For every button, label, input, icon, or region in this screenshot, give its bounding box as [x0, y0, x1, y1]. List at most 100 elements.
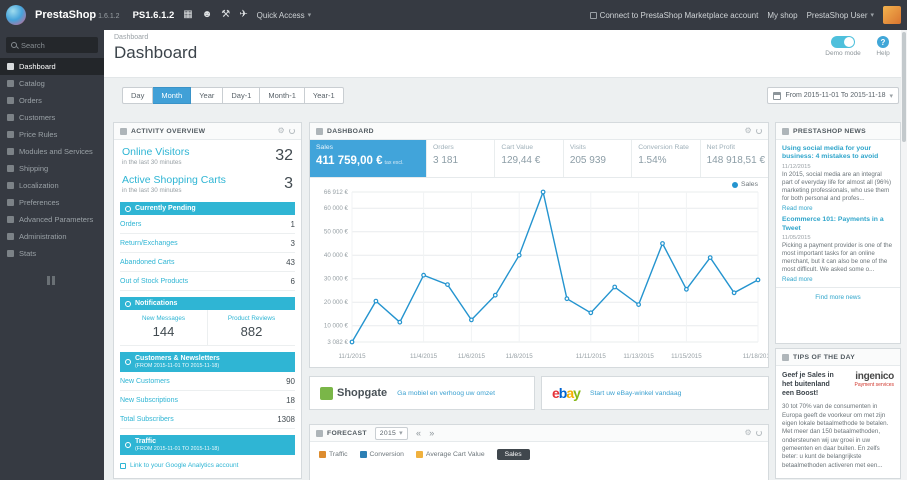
- ebay-link[interactable]: Start uw eBay-winkel vandaag: [590, 390, 681, 397]
- read-more-link[interactable]: Read more: [782, 276, 894, 283]
- row-label[interactable]: Abandoned Carts: [120, 259, 174, 266]
- filter-year-1-button[interactable]: Year-1: [304, 87, 344, 104]
- sidebar-item-label: Preferences: [19, 198, 60, 207]
- filter-year-button[interactable]: Year: [191, 87, 224, 104]
- sidebar-item-price-rules[interactable]: Price Rules: [0, 126, 104, 143]
- traffic-checkbox[interactable]: [319, 451, 326, 458]
- sidebar-item-preferences[interactable]: Preferences: [0, 194, 104, 211]
- sidebar-item-customers[interactable]: Customers: [0, 109, 104, 126]
- row-label[interactable]: Total Subscribers: [120, 416, 174, 423]
- filter-month-1-button[interactable]: Month-1: [260, 87, 305, 104]
- shopgate-logo[interactable]: Shopgate: [320, 386, 387, 400]
- news-article-title[interactable]: Ecommerce 101: Payments in a Tweet: [782, 216, 894, 233]
- refresh-icon[interactable]: [756, 128, 762, 134]
- row-label[interactable]: Out of Stock Products: [120, 278, 188, 285]
- forecast-sales-button[interactable]: Sales: [496, 449, 530, 460]
- google-analytics-link[interactable]: Link to your Google Analytics account: [120, 462, 295, 469]
- gear-icon[interactable]: ⚙: [745, 127, 752, 135]
- average-cart-value-checkbox[interactable]: [415, 451, 423, 458]
- wrench-icon[interactable]: ⚒: [221, 10, 230, 20]
- prestashop-logo[interactable]: [6, 5, 26, 25]
- forecast-panel: FORECAST 2015 ▾ « » ⚙ Traffic Conversion …: [309, 424, 769, 480]
- rocket-icon[interactable]: ✈: [239, 10, 247, 20]
- forecast-legend-average-cart-value[interactable]: Average Cart Value: [415, 451, 485, 458]
- gear-icon[interactable]: ⚙: [278, 127, 285, 135]
- row-label[interactable]: Orders: [120, 221, 141, 228]
- read-more-link[interactable]: Read more: [782, 205, 894, 212]
- activity-icon: [120, 127, 127, 135]
- news-article-title[interactable]: Using social media for your business: 4 …: [782, 145, 894, 162]
- product-reviews-stat[interactable]: Product Reviews 882: [207, 310, 295, 345]
- sales-line-chart[interactable]: 3 082 € 10 000 € 20 000 € 30 000 € 40 000 € 5…: [310, 178, 768, 368]
- user-avatar[interactable]: [883, 6, 901, 24]
- forecast-legend-conversion[interactable]: Conversion: [359, 451, 404, 458]
- refresh-icon[interactable]: [756, 430, 762, 436]
- online-visitors-link[interactable]: Online Visitors: [122, 146, 293, 158]
- customers-icon: [7, 114, 14, 121]
- sidebar-item-advanced-parameters[interactable]: Advanced Parameters: [0, 211, 104, 228]
- forecast-next-button[interactable]: »: [429, 428, 434, 438]
- svg-text:11/11/2015: 11/11/2015: [576, 353, 607, 360]
- profile-icon[interactable]: ☻: [202, 10, 213, 20]
- breadcrumb[interactable]: Dashboard: [114, 34, 148, 41]
- sidebar-item-modules[interactable]: Modules and Services: [0, 143, 104, 160]
- sidebar-item-dashboard[interactable]: Dashboard: [0, 58, 104, 75]
- sidebar-search[interactable]: [6, 37, 98, 53]
- shopgate-link[interactable]: Ga mobiel en verhoog uw omzet: [397, 390, 495, 397]
- forecast-prev-button[interactable]: «: [416, 428, 421, 438]
- sidebar-collapse-button[interactable]: [47, 276, 57, 285]
- ebay-logo[interactable]: ebay: [552, 385, 581, 401]
- sidebar-item-administration[interactable]: Administration: [0, 228, 104, 245]
- new-messages-stat[interactable]: New Messages 144: [120, 310, 207, 345]
- analytics-link-label: Link to your Google Analytics account: [130, 462, 239, 469]
- my-shop-link[interactable]: My shop: [767, 11, 797, 20]
- active-carts-link[interactable]: Active Shopping Carts: [122, 174, 293, 186]
- kpi-net-profit[interactable]: Net Profit 148 918,51 €: [699, 140, 768, 177]
- dashboard-panel-header: DASHBOARD ⚙: [310, 123, 768, 140]
- kpi-sales[interactable]: Sales 411 759,00 € tax excl.: [310, 140, 426, 177]
- kpi-value: 148 918,51 €: [706, 155, 766, 166]
- user-menu[interactable]: PrestaShop User ▾: [807, 11, 874, 20]
- kpi-cart-value[interactable]: Cart Value 129,44 €: [494, 140, 562, 177]
- shop-name-link[interactable]: PS1.6.1.2: [133, 10, 175, 21]
- forecast-panel-header: FORECAST 2015 ▾ « » ⚙: [310, 425, 768, 442]
- kpi-conversion-rate[interactable]: Conversion Rate 1.54%: [631, 140, 699, 177]
- sidebar-item-catalog[interactable]: Catalog: [0, 75, 104, 92]
- forecast-year-select[interactable]: 2015 ▾: [374, 426, 408, 440]
- help-icon[interactable]: ?: [877, 36, 889, 48]
- demo-mode-toggle[interactable]: [831, 36, 855, 48]
- sidebar-item-shipping[interactable]: Shipping: [0, 160, 104, 177]
- kpi-visits[interactable]: Visits 205 939: [562, 140, 631, 177]
- people-icon: [125, 359, 131, 365]
- scrollbar-thumb[interactable]: [902, 32, 906, 142]
- page-scrollbar[interactable]: [901, 30, 907, 480]
- cart-icon[interactable]: ▦: [183, 10, 192, 20]
- sidebar-item-localization[interactable]: Localization: [0, 177, 104, 194]
- search-icon: [11, 42, 17, 48]
- filter-month-button[interactable]: Month: [153, 87, 192, 104]
- filter-day-button[interactable]: Day: [122, 87, 154, 104]
- filter-day-1-button[interactable]: Day-1: [223, 87, 261, 104]
- legend-dot: [731, 181, 738, 188]
- activity-panel-header: ACTIVITY OVERVIEW ⚙: [114, 123, 301, 140]
- forecast-legend-traffic[interactable]: Traffic: [319, 451, 348, 458]
- gear-icon[interactable]: ⚙: [745, 429, 752, 437]
- search-input[interactable]: [21, 40, 93, 50]
- sidebar-item-stats[interactable]: Stats: [0, 245, 104, 262]
- conversion-checkbox[interactable]: [359, 451, 367, 458]
- row-label[interactable]: Return/Exchanges: [120, 240, 178, 247]
- row-label[interactable]: New Subscriptions: [120, 397, 178, 404]
- sidebar-item-orders[interactable]: Orders: [0, 92, 104, 109]
- date-range-picker[interactable]: From 2015-11-01 To 2015-11-18 ▾: [767, 87, 899, 104]
- pending-row-abandoned-carts: Abandoned Carts 43: [120, 253, 295, 272]
- kpi-orders[interactable]: Orders 3 181: [426, 140, 494, 177]
- ingenico-logo[interactable]: ingenico Payment services: [855, 371, 895, 398]
- refresh-icon[interactable]: [289, 128, 295, 134]
- svg-text:11/4/2015: 11/4/2015: [410, 353, 438, 360]
- find-more-news-link[interactable]: Find more news: [782, 292, 894, 305]
- sales-chart: 3 082 € 10 000 € 20 000 € 30 000 € 40 000 € 5…: [310, 178, 768, 368]
- marketplace-connect-link[interactable]: Connect to PrestaShop Marketplace accoun…: [589, 11, 758, 20]
- quick-access-menu[interactable]: Quick Access ▾: [257, 11, 312, 20]
- chart-legend[interactable]: Sales: [731, 181, 758, 188]
- row-label[interactable]: New Customers: [120, 378, 170, 385]
